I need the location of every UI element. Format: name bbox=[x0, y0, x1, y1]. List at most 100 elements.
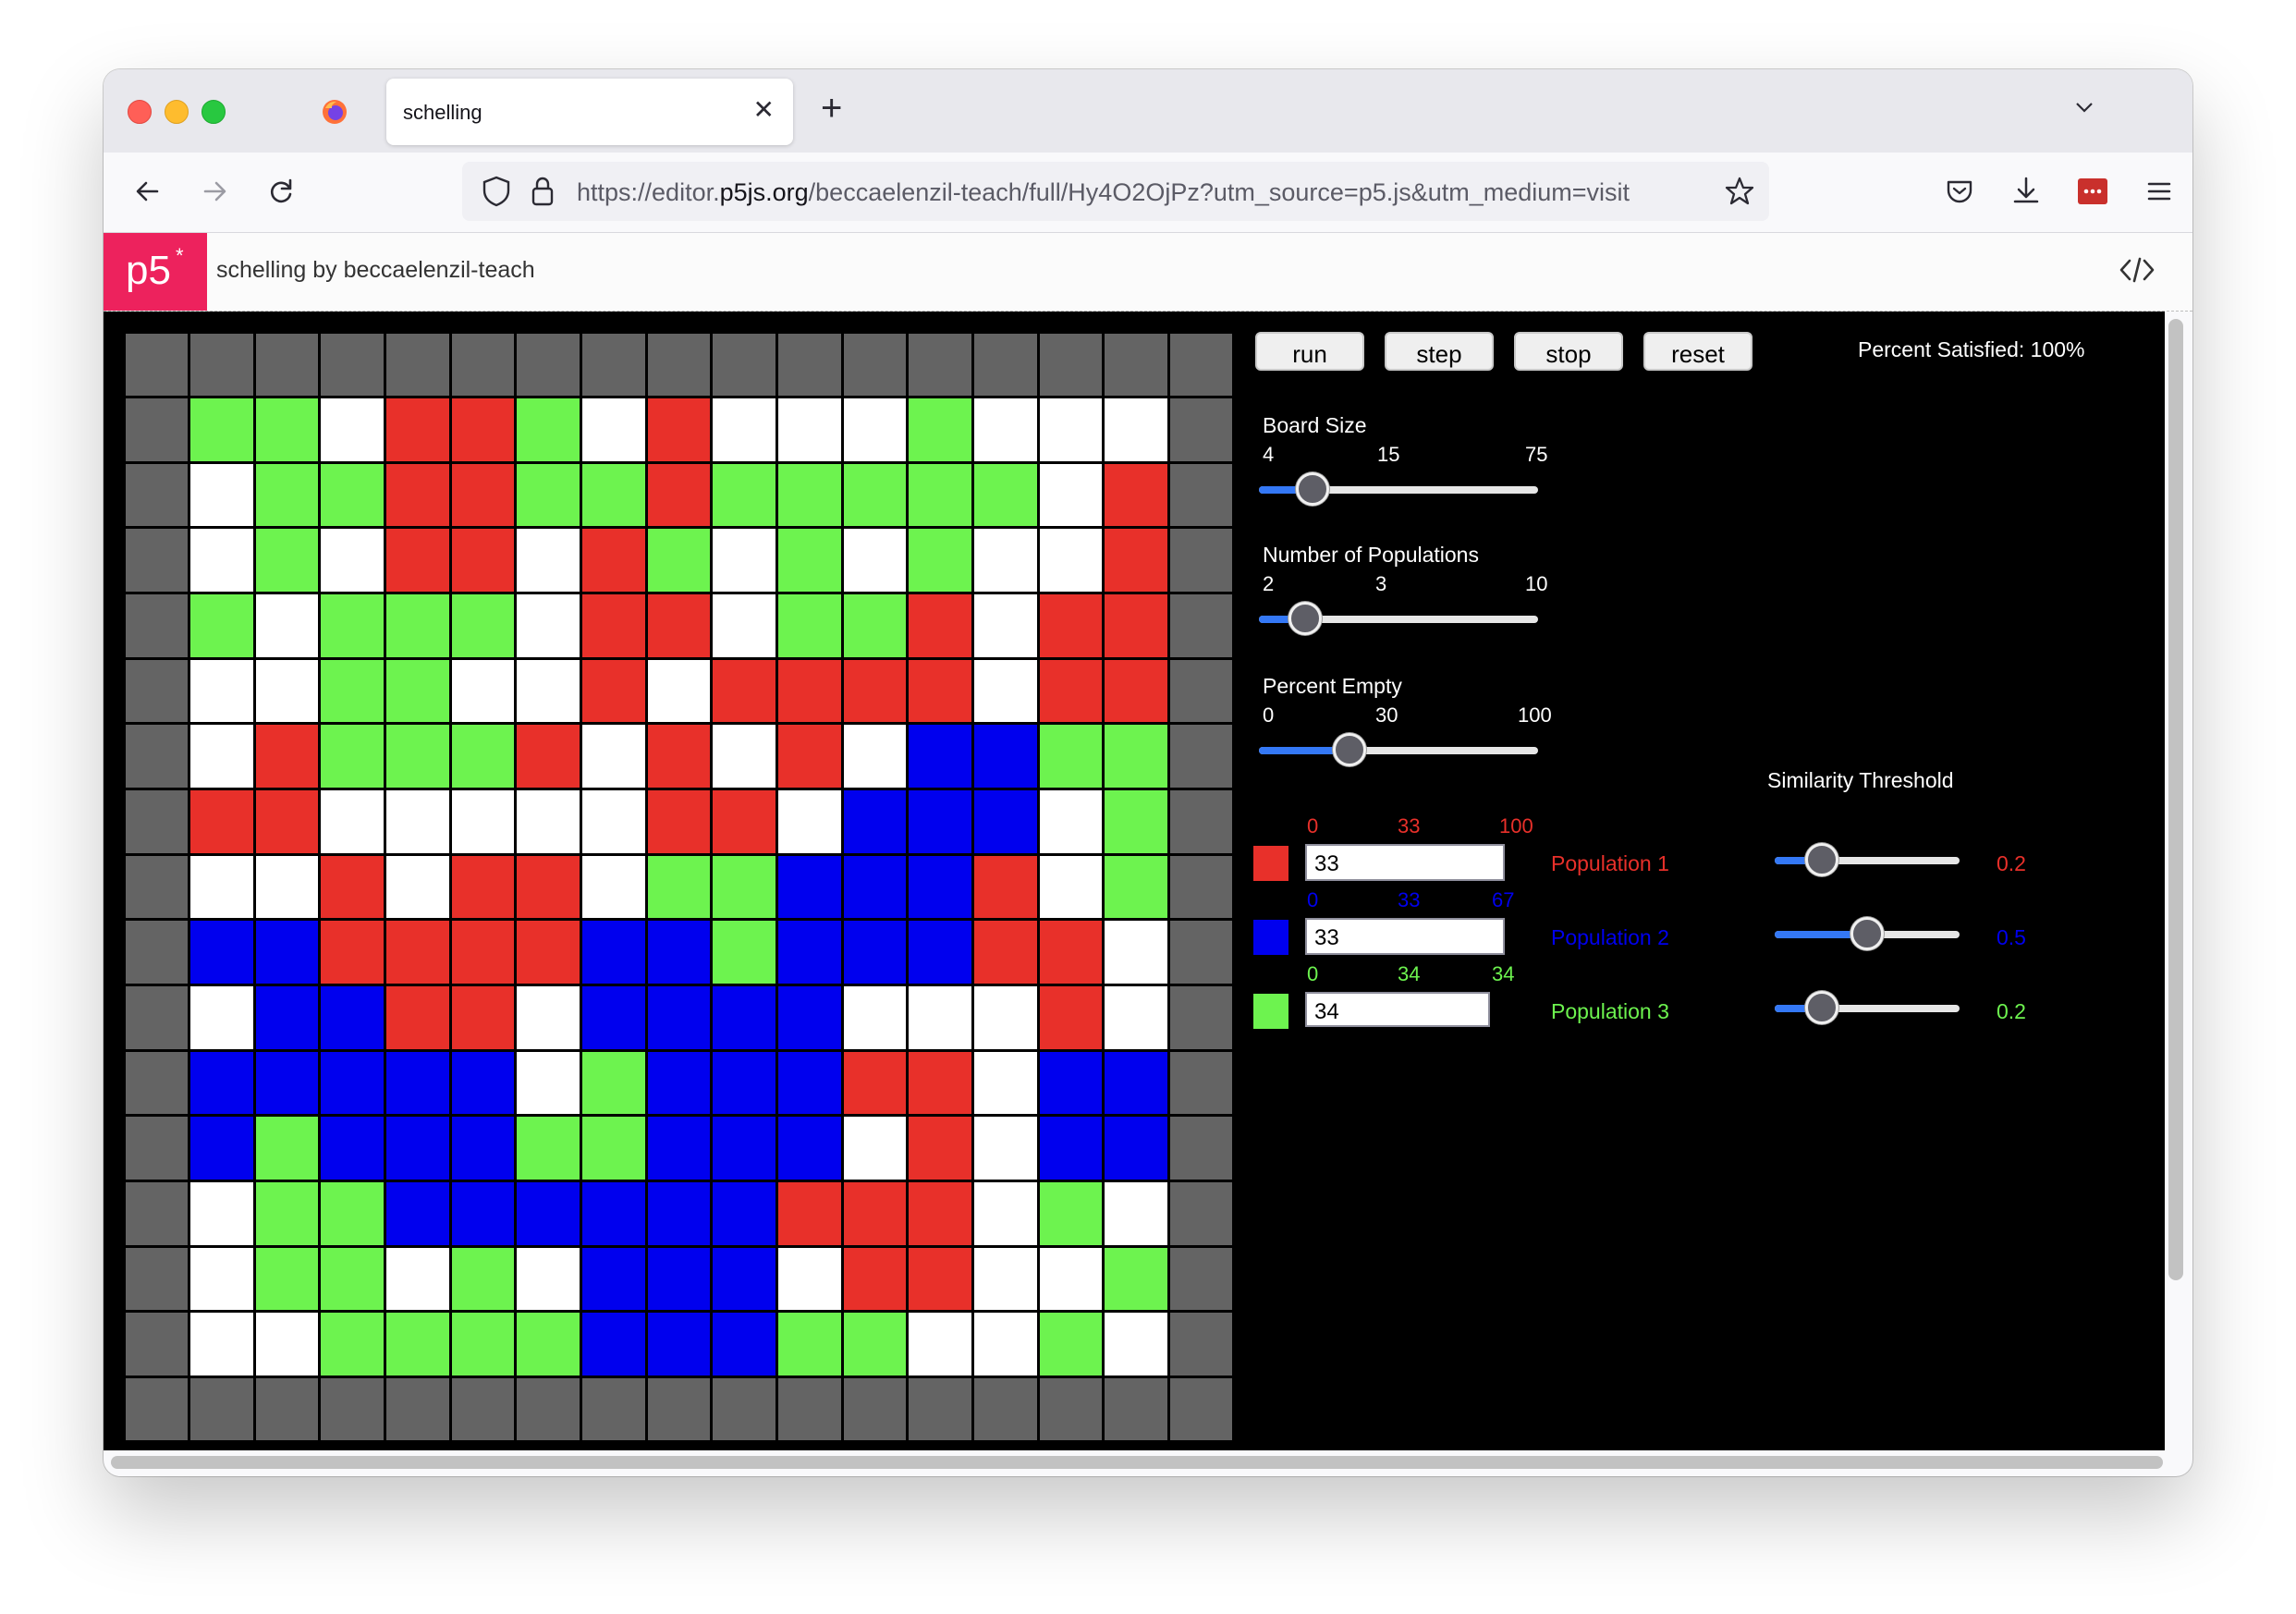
horizontal-scrollbar[interactable] bbox=[111, 1456, 2163, 1469]
grid-cell bbox=[451, 725, 515, 789]
chevron-down-icon[interactable] bbox=[2074, 97, 2094, 117]
grid-cell bbox=[1039, 725, 1103, 789]
slider-thumb[interactable] bbox=[1850, 917, 1884, 950]
grid-cell bbox=[190, 463, 253, 527]
num-populations-slider[interactable] bbox=[1259, 602, 1538, 639]
slider-thumb[interactable] bbox=[1804, 991, 1838, 1024]
grid-cell bbox=[647, 398, 711, 461]
new-tab-button[interactable]: + bbox=[821, 86, 842, 130]
bookmark-star-icon[interactable] bbox=[1723, 175, 1756, 208]
grid-cell bbox=[1105, 398, 1167, 461]
grid-cell bbox=[909, 1247, 971, 1311]
grid-cell bbox=[973, 921, 1037, 984]
sketch-canvas[interactable]: run step stop reset Percent Satisfied: 1… bbox=[104, 312, 2165, 1450]
population-3-input[interactable]: 34 bbox=[1305, 992, 1490, 1027]
grid-cell bbox=[713, 1247, 776, 1311]
num-populations-value: 3 bbox=[1375, 572, 1387, 595]
border-cell bbox=[321, 333, 385, 397]
grid-cell bbox=[321, 398, 385, 461]
grid-cell bbox=[451, 1247, 515, 1311]
grid-cell bbox=[713, 725, 776, 789]
vertical-scrollbar[interactable] bbox=[2168, 319, 2183, 1280]
border-cell bbox=[125, 725, 189, 789]
forward-icon[interactable] bbox=[194, 171, 235, 212]
tab-title: schelling bbox=[403, 101, 482, 124]
border-cell bbox=[517, 333, 580, 397]
border-cell bbox=[1105, 333, 1167, 397]
slider-thumb[interactable] bbox=[1288, 602, 1322, 635]
grid-cell bbox=[517, 529, 580, 593]
border-cell bbox=[1169, 985, 1233, 1049]
sketch-author[interactable]: beccaelenzil-teach bbox=[344, 257, 535, 283]
border-cell bbox=[1169, 921, 1233, 984]
close-tab-icon[interactable]: ✕ bbox=[753, 95, 775, 125]
download-icon[interactable] bbox=[2006, 171, 2046, 212]
grid-cell bbox=[777, 398, 841, 461]
reload-icon[interactable] bbox=[261, 171, 301, 212]
schelling-grid[interactable] bbox=[124, 332, 1234, 1442]
back-icon[interactable] bbox=[128, 171, 168, 212]
border-cell bbox=[125, 1181, 189, 1245]
grid-cell bbox=[713, 1181, 776, 1245]
border-cell bbox=[1169, 1181, 1233, 1245]
run-button[interactable]: run bbox=[1255, 332, 1364, 371]
extension-icon[interactable] bbox=[2072, 171, 2113, 212]
percent-empty-slider[interactable] bbox=[1259, 733, 1538, 770]
percent-empty-label: Percent Empty bbox=[1263, 674, 1402, 698]
grid-cell bbox=[582, 398, 645, 461]
grid-cell bbox=[582, 725, 645, 789]
border-cell bbox=[1169, 333, 1233, 397]
border-cell bbox=[1039, 333, 1103, 397]
border-cell bbox=[125, 529, 189, 593]
grid-cell bbox=[386, 921, 449, 984]
border-cell bbox=[1169, 1117, 1233, 1180]
population-2-threshold-slider[interactable] bbox=[1775, 917, 1960, 954]
slider-thumb[interactable] bbox=[1295, 472, 1329, 506]
lock-icon[interactable] bbox=[529, 175, 556, 208]
minimize-window-button[interactable] bbox=[165, 100, 189, 124]
maximize-window-button[interactable] bbox=[202, 100, 226, 124]
slider-thumb[interactable] bbox=[1332, 733, 1366, 766]
border-cell bbox=[973, 1377, 1037, 1441]
grid-cell bbox=[255, 1247, 319, 1311]
population-1-input[interactable]: 33 bbox=[1305, 844, 1505, 881]
slider-thumb[interactable] bbox=[1804, 843, 1838, 876]
browser-window: schelling ✕ + https://editor.p5js.org/be… bbox=[104, 69, 2192, 1476]
population-1-threshold-slider[interactable] bbox=[1775, 843, 1960, 880]
board-size-slider[interactable] bbox=[1259, 472, 1538, 509]
reset-button[interactable]: reset bbox=[1643, 332, 1753, 371]
grid-cell bbox=[1105, 855, 1167, 919]
population-2-input[interactable]: 33 bbox=[1305, 918, 1505, 955]
grid-cell bbox=[843, 463, 907, 527]
population-3-threshold-slider[interactable] bbox=[1775, 991, 1960, 1028]
p5-logo-mark: * bbox=[176, 244, 184, 267]
address-bar[interactable]: https://editor.p5js.org/beccaelenzil-tea… bbox=[462, 162, 1769, 221]
grid-cell bbox=[190, 1313, 253, 1376]
grid-cell bbox=[647, 855, 711, 919]
close-window-button[interactable] bbox=[128, 100, 152, 124]
pocket-icon[interactable] bbox=[1939, 171, 1980, 212]
grid-cell bbox=[777, 790, 841, 853]
grid-cell bbox=[973, 1117, 1037, 1180]
grid-cell bbox=[517, 463, 580, 527]
grid-cell bbox=[1039, 921, 1103, 984]
p5-logo-text: p5 bbox=[126, 248, 171, 293]
url-text[interactable]: https://editor.p5js.org/beccaelenzil-tea… bbox=[577, 178, 1723, 207]
grid-cell bbox=[713, 790, 776, 853]
p5-logo[interactable]: p5 * bbox=[104, 233, 207, 311]
stop-button[interactable]: stop bbox=[1514, 332, 1623, 371]
border-cell bbox=[190, 1377, 253, 1441]
grid-cell bbox=[386, 659, 449, 723]
grid-cell bbox=[321, 790, 385, 853]
tab-schelling[interactable]: schelling ✕ bbox=[386, 79, 793, 145]
grid-cell bbox=[843, 855, 907, 919]
grid-cell bbox=[713, 1117, 776, 1180]
grid-cell bbox=[321, 1181, 385, 1245]
code-icon[interactable] bbox=[2119, 255, 2156, 285]
step-button[interactable]: step bbox=[1385, 332, 1494, 371]
menu-icon[interactable] bbox=[2139, 171, 2180, 212]
grid-cell bbox=[1039, 529, 1103, 593]
grid-cell bbox=[255, 594, 319, 657]
border-cell bbox=[843, 1377, 907, 1441]
shield-icon[interactable] bbox=[481, 175, 512, 208]
